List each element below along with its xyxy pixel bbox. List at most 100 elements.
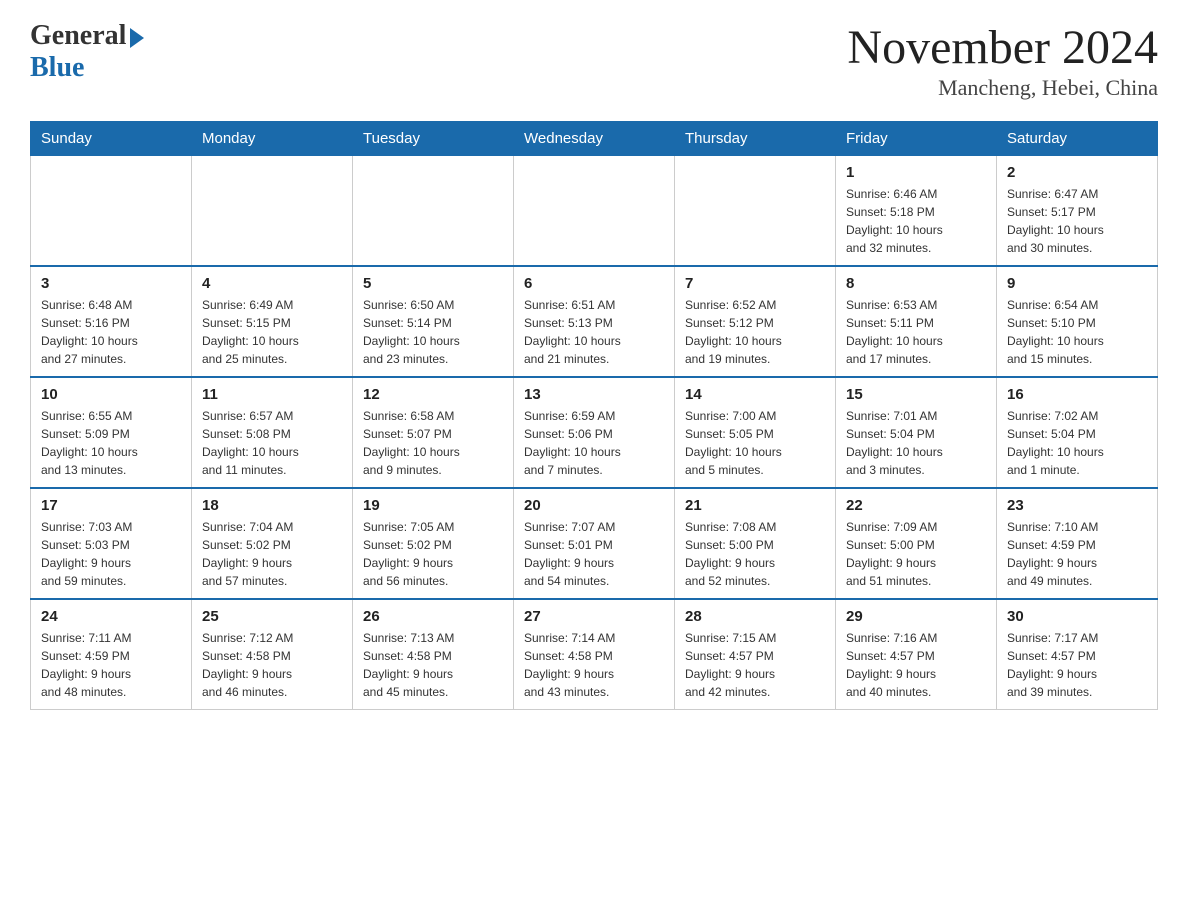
day-number: 3 bbox=[41, 275, 181, 292]
calendar-cell: 10Sunrise: 6:55 AM Sunset: 5:09 PM Dayli… bbox=[31, 377, 192, 488]
logo-blue-text: Blue bbox=[30, 52, 84, 84]
logo-general-text: General bbox=[30, 20, 126, 52]
day-number: 13 bbox=[524, 386, 664, 403]
day-number: 22 bbox=[846, 497, 986, 514]
calendar-cell bbox=[514, 156, 675, 267]
day-info: Sunrise: 7:05 AM Sunset: 5:02 PM Dayligh… bbox=[363, 518, 503, 590]
calendar-cell: 2 Sunrise: 6:47 AM Sunset: 5:17 PM Daylig… bbox=[997, 156, 1158, 267]
month-year-title: November 2024 bbox=[847, 20, 1158, 75]
day-info: Sunrise: 6:48 AM Sunset: 5:16 PM Dayligh… bbox=[41, 296, 181, 368]
calendar-cell: 28 Sunrise: 7:15 AM Sunset: 4:57 PM Dayli… bbox=[675, 599, 836, 710]
calendar-cell: 30 Sunrise: 7:17 AM Sunset: 4:57 PM Dayli… bbox=[997, 599, 1158, 710]
calendar-cell: 6 Sunrise: 6:51 AM Sunset: 5:13 PM Daylig… bbox=[514, 266, 675, 377]
calendar-cell: 9Sunrise: 6:54 AM Sunset: 5:10 PM Daylig… bbox=[997, 266, 1158, 377]
day-info: Sunrise: 7:11 AM Sunset: 4:59 PM Dayligh… bbox=[41, 629, 181, 701]
day-number: 27 bbox=[524, 608, 664, 625]
calendar-table: SundayMondayTuesdayWednesdayThursdayFrid… bbox=[30, 121, 1158, 710]
calendar-cell: 12 Sunrise: 6:58 AM Sunset: 5:07 PM Dayli… bbox=[353, 377, 514, 488]
day-info: Sunrise: 7:16 AM Sunset: 4:57 PM Dayligh… bbox=[846, 629, 986, 701]
calendar-cell: 18 Sunrise: 7:04 AM Sunset: 5:02 PM Dayli… bbox=[192, 488, 353, 599]
header-friday: Friday bbox=[836, 122, 997, 156]
day-number: 16 bbox=[1007, 386, 1147, 403]
day-number: 15 bbox=[846, 386, 986, 403]
day-info: Sunrise: 7:17 AM Sunset: 4:57 PM Dayligh… bbox=[1007, 629, 1147, 701]
calendar-cell: 22 Sunrise: 7:09 AM Sunset: 5:00 PM Dayli… bbox=[836, 488, 997, 599]
calendar-cell: 13 Sunrise: 6:59 AM Sunset: 5:06 PM Dayli… bbox=[514, 377, 675, 488]
day-info: Sunrise: 7:08 AM Sunset: 5:00 PM Dayligh… bbox=[685, 518, 825, 590]
day-number: 8 bbox=[846, 275, 986, 292]
header-wednesday: Wednesday bbox=[514, 122, 675, 156]
day-info: Sunrise: 7:09 AM Sunset: 5:00 PM Dayligh… bbox=[846, 518, 986, 590]
calendar-cell bbox=[675, 156, 836, 267]
calendar-cell: 20 Sunrise: 7:07 AM Sunset: 5:01 PM Dayli… bbox=[514, 488, 675, 599]
calendar-cell: 21Sunrise: 7:08 AM Sunset: 5:00 PM Dayli… bbox=[675, 488, 836, 599]
calendar-cell: 25Sunrise: 7:12 AM Sunset: 4:58 PM Dayli… bbox=[192, 599, 353, 710]
day-info: Sunrise: 7:03 AM Sunset: 5:03 PM Dayligh… bbox=[41, 518, 181, 590]
week-row-4: 17 Sunrise: 7:03 AM Sunset: 5:03 PM Dayli… bbox=[31, 488, 1158, 599]
day-info: Sunrise: 7:10 AM Sunset: 4:59 PM Dayligh… bbox=[1007, 518, 1147, 590]
day-number: 29 bbox=[846, 608, 986, 625]
day-info: Sunrise: 6:46 AM Sunset: 5:18 PM Dayligh… bbox=[846, 185, 986, 257]
calendar-cell: 5Sunrise: 6:50 AM Sunset: 5:14 PM Daylig… bbox=[353, 266, 514, 377]
day-info: Sunrise: 6:58 AM Sunset: 5:07 PM Dayligh… bbox=[363, 407, 503, 479]
day-info: Sunrise: 7:15 AM Sunset: 4:57 PM Dayligh… bbox=[685, 629, 825, 701]
day-number: 24 bbox=[41, 608, 181, 625]
day-info: Sunrise: 7:14 AM Sunset: 4:58 PM Dayligh… bbox=[524, 629, 664, 701]
day-number: 6 bbox=[524, 275, 664, 292]
header-row: SundayMondayTuesdayWednesdayThursdayFrid… bbox=[31, 122, 1158, 156]
day-number: 2 bbox=[1007, 164, 1147, 181]
day-info: Sunrise: 6:49 AM Sunset: 5:15 PM Dayligh… bbox=[202, 296, 342, 368]
day-info: Sunrise: 7:13 AM Sunset: 4:58 PM Dayligh… bbox=[363, 629, 503, 701]
week-row-1: 1Sunrise: 6:46 AM Sunset: 5:18 PM Daylig… bbox=[31, 156, 1158, 267]
calendar-cell: 8Sunrise: 6:53 AM Sunset: 5:11 PM Daylig… bbox=[836, 266, 997, 377]
day-info: Sunrise: 6:57 AM Sunset: 5:08 PM Dayligh… bbox=[202, 407, 342, 479]
calendar-cell: 4Sunrise: 6:49 AM Sunset: 5:15 PM Daylig… bbox=[192, 266, 353, 377]
day-number: 11 bbox=[202, 386, 342, 403]
day-info: Sunrise: 6:54 AM Sunset: 5:10 PM Dayligh… bbox=[1007, 296, 1147, 368]
week-row-5: 24 Sunrise: 7:11 AM Sunset: 4:59 PM Dayli… bbox=[31, 599, 1158, 710]
day-info: Sunrise: 6:51 AM Sunset: 5:13 PM Dayligh… bbox=[524, 296, 664, 368]
calendar-cell: 14Sunrise: 7:00 AM Sunset: 5:05 PM Dayli… bbox=[675, 377, 836, 488]
header: General Blue November 2024 Mancheng, Heb… bbox=[30, 20, 1158, 101]
day-number: 7 bbox=[685, 275, 825, 292]
calendar-cell: 3 Sunrise: 6:48 AM Sunset: 5:16 PM Daylig… bbox=[31, 266, 192, 377]
logo: General Blue bbox=[30, 20, 144, 84]
day-number: 30 bbox=[1007, 608, 1147, 625]
day-number: 12 bbox=[363, 386, 503, 403]
calendar-cell bbox=[192, 156, 353, 267]
day-info: Sunrise: 6:52 AM Sunset: 5:12 PM Dayligh… bbox=[685, 296, 825, 368]
calendar-cell: 7 Sunrise: 6:52 AM Sunset: 5:12 PM Daylig… bbox=[675, 266, 836, 377]
day-info: Sunrise: 6:50 AM Sunset: 5:14 PM Dayligh… bbox=[363, 296, 503, 368]
day-number: 26 bbox=[363, 608, 503, 625]
day-info: Sunrise: 7:00 AM Sunset: 5:05 PM Dayligh… bbox=[685, 407, 825, 479]
header-monday: Monday bbox=[192, 122, 353, 156]
week-row-2: 3 Sunrise: 6:48 AM Sunset: 5:16 PM Daylig… bbox=[31, 266, 1158, 377]
day-info: Sunrise: 6:55 AM Sunset: 5:09 PM Dayligh… bbox=[41, 407, 181, 479]
day-number: 18 bbox=[202, 497, 342, 514]
calendar-cell: 27 Sunrise: 7:14 AM Sunset: 4:58 PM Dayli… bbox=[514, 599, 675, 710]
calendar-cell: 16 Sunrise: 7:02 AM Sunset: 5:04 PM Dayli… bbox=[997, 377, 1158, 488]
day-number: 28 bbox=[685, 608, 825, 625]
location-subtitle: Mancheng, Hebei, China bbox=[847, 75, 1158, 101]
day-info: Sunrise: 6:47 AM Sunset: 5:17 PM Dayligh… bbox=[1007, 185, 1147, 257]
header-saturday: Saturday bbox=[997, 122, 1158, 156]
day-number: 25 bbox=[202, 608, 342, 625]
day-info: Sunrise: 7:01 AM Sunset: 5:04 PM Dayligh… bbox=[846, 407, 986, 479]
calendar-cell: 26 Sunrise: 7:13 AM Sunset: 4:58 PM Dayli… bbox=[353, 599, 514, 710]
day-info: Sunrise: 7:07 AM Sunset: 5:01 PM Dayligh… bbox=[524, 518, 664, 590]
calendar-cell: 23 Sunrise: 7:10 AM Sunset: 4:59 PM Dayli… bbox=[997, 488, 1158, 599]
day-info: Sunrise: 6:59 AM Sunset: 5:06 PM Dayligh… bbox=[524, 407, 664, 479]
calendar-cell: 11 Sunrise: 6:57 AM Sunset: 5:08 PM Dayli… bbox=[192, 377, 353, 488]
calendar-cell: 1Sunrise: 6:46 AM Sunset: 5:18 PM Daylig… bbox=[836, 156, 997, 267]
calendar-cell bbox=[31, 156, 192, 267]
day-number: 20 bbox=[524, 497, 664, 514]
title-area: November 2024 Mancheng, Hebei, China bbox=[847, 20, 1158, 101]
day-number: 17 bbox=[41, 497, 181, 514]
day-number: 23 bbox=[1007, 497, 1147, 514]
day-info: Sunrise: 7:04 AM Sunset: 5:02 PM Dayligh… bbox=[202, 518, 342, 590]
calendar-cell: 29 Sunrise: 7:16 AM Sunset: 4:57 PM Dayli… bbox=[836, 599, 997, 710]
week-row-3: 10Sunrise: 6:55 AM Sunset: 5:09 PM Dayli… bbox=[31, 377, 1158, 488]
day-info: Sunrise: 7:02 AM Sunset: 5:04 PM Dayligh… bbox=[1007, 407, 1147, 479]
header-sunday: Sunday bbox=[31, 122, 192, 156]
header-thursday: Thursday bbox=[675, 122, 836, 156]
